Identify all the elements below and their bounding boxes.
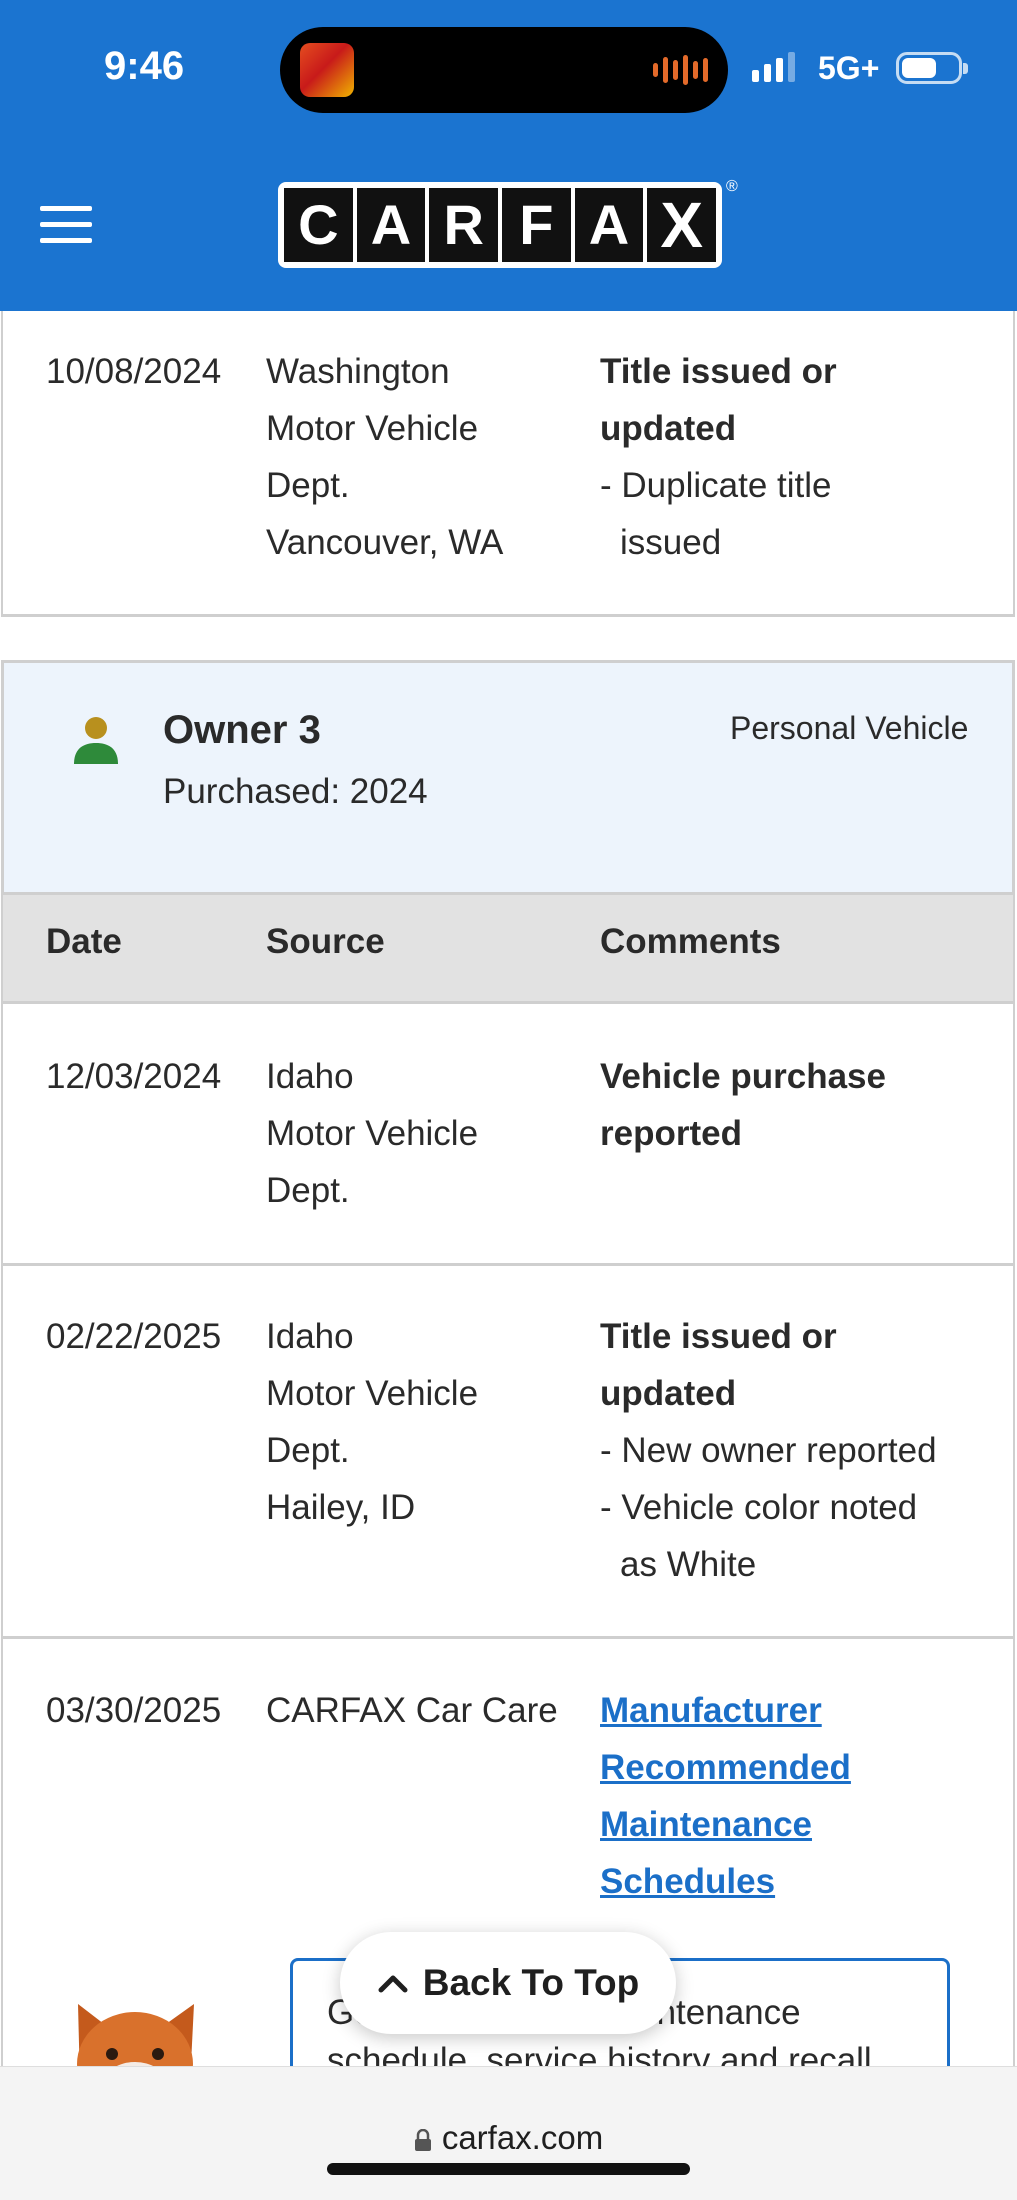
record-date: 03/30/2025 [46,1691,222,1730]
source-line: Motor Vehicle [266,1374,479,1413]
source-line: Dept. [266,1171,350,1210]
logo-letter: A [356,188,426,262]
registered-mark: ® [726,178,738,195]
record-date: 10/08/2024 [46,352,222,391]
url-display[interactable]: carfax.com [0,2119,1017,2157]
network-type: 5G+ [818,50,880,86]
comment-title: Title issued or updated [600,1317,837,1413]
comment-title: Title issued or updated [600,352,837,448]
logo-letter: X [647,188,717,262]
record-comments: Vehicle purchase reported [600,1048,920,1162]
cellular-signal-icon [752,52,795,82]
column-header-comments: Comments [600,922,781,961]
owner-vehicle-type: Personal Vehicle [730,710,969,746]
comment-title: Vehicle purchase reported [600,1057,886,1153]
source-line: Idaho [266,1057,354,1096]
source-line: Washington [266,352,450,391]
lock-icon [414,2129,431,2151]
owner-title: Owner 3 [163,708,321,752]
source-line: Dept. [266,1431,350,1470]
browser-address-bar[interactable]: carfax.com [0,2066,1017,2200]
audio-waveform-icon [653,55,708,85]
dynamic-island[interactable] [280,27,728,113]
app-header: 9:46 5G+ C A R F A X ® [0,0,1017,311]
back-to-top-button[interactable]: Back To Top [340,1932,676,2034]
column-header-date: Date [46,922,122,961]
record-source: CARFAX Car Care [266,1691,558,1730]
logo-letter: F [502,188,571,262]
source-line: Dept. [266,466,350,505]
hamburger-menu-icon[interactable] [40,206,92,244]
comment-item: - Vehicle color noted as White [600,1488,918,1584]
source-line: Motor Vehicle [266,409,479,448]
url-text: carfax.com [441,2119,604,2156]
source-line: Hailey, ID [266,1488,416,1527]
record-source: Idaho Motor Vehicle Dept. Hailey, ID [266,1308,586,1536]
comment-item: - Duplicate title issued [600,466,832,562]
status-time: 9:46 [104,44,185,88]
table-header [1,892,1015,1004]
now-playing-artwork [300,43,354,97]
logo-letter: R [429,188,499,262]
record-source: Idaho Motor Vehicle Dept. [266,1048,586,1219]
comment-item: - New owner reported [600,1431,937,1470]
record-comments: Title issued or updated - Duplicate titl… [600,343,900,571]
battery-icon [896,52,968,84]
record-date: 02/22/2025 [46,1317,222,1356]
source-line: Idaho [266,1317,354,1356]
home-indicator[interactable] [327,2163,690,2175]
record-comments: Title issued or updated - New owner repo… [600,1308,980,1593]
record-source: Washington Motor Vehicle Dept. Vancouver… [266,343,586,571]
record-comments: Manufacturer Recommended Maintenance Sch… [600,1682,900,1910]
carfax-logo[interactable]: C A R F A X [278,182,722,268]
source-line: Motor Vehicle [266,1114,479,1153]
owner-purchased: Purchased: 2024 [163,772,428,811]
owner-person-icon [74,717,118,764]
owner-section-header [1,660,1015,893]
logo-letter: A [574,188,644,262]
back-to-top-label: Back To Top [422,1962,640,2003]
maintenance-schedules-link[interactable]: Manufacturer Recommended Maintenance Sch… [600,1691,851,1901]
record-date: 12/03/2024 [46,1057,222,1096]
logo-letter: C [284,188,353,262]
source-line: Vancouver, WA [266,523,504,562]
chevron-up-icon [378,1975,408,1993]
column-header-source: Source [266,922,385,961]
